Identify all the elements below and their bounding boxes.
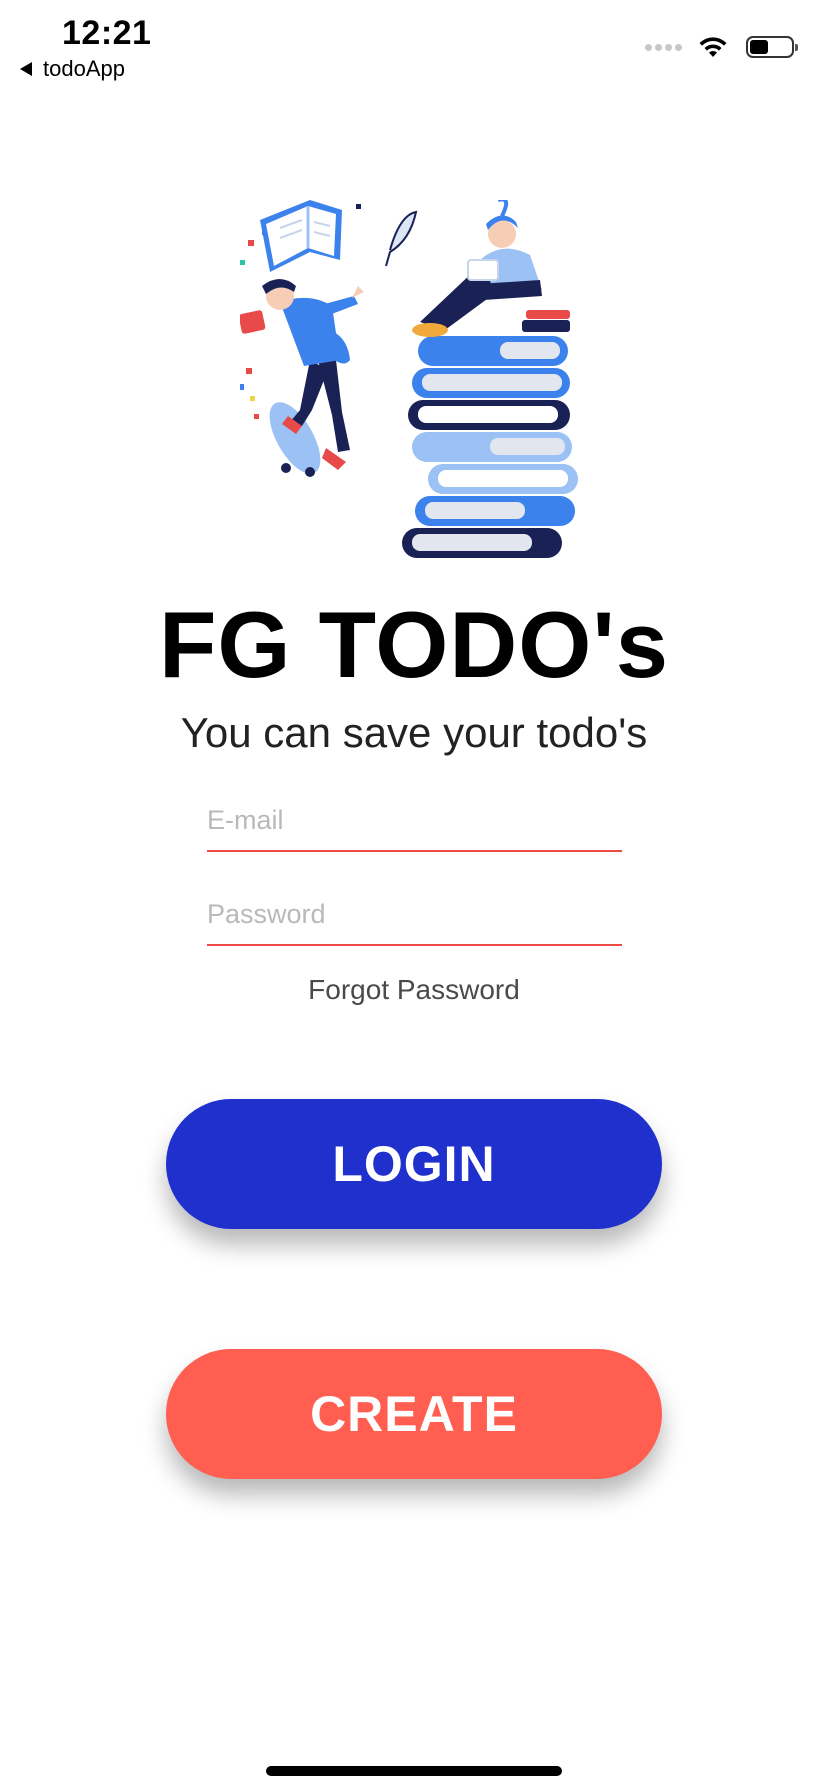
sitting-reader-illustration: [412, 200, 542, 337]
email-field[interactable]: [207, 790, 622, 852]
feather-illustration: [385, 210, 418, 267]
cellular-signal-icon: [645, 43, 682, 51]
status-indicators: [645, 36, 798, 58]
flying-book-illustration: [260, 200, 342, 272]
password-field[interactable]: [207, 884, 622, 946]
home-indicator[interactable]: [266, 1766, 562, 1776]
app-title: FG TODO's: [158, 592, 670, 697]
back-to-app-button[interactable]: todoApp: [20, 56, 125, 82]
back-chevron-icon: [20, 62, 32, 76]
back-app-label: todoApp: [43, 56, 125, 81]
forgot-password-link[interactable]: Forgot Password: [0, 974, 828, 1006]
login-button[interactable]: LOGIN: [166, 1099, 662, 1229]
wifi-icon: [699, 37, 727, 57]
book-stack-illustration: [402, 310, 578, 558]
battery-icon: [746, 36, 798, 58]
status-time: 12:21: [62, 14, 152, 52]
reading-illustration: [240, 200, 578, 558]
skateboarding-reader-illustration: [240, 279, 364, 477]
create-button[interactable]: CREATE: [166, 1349, 662, 1479]
app-subtitle: You can save your todo's: [180, 709, 648, 756]
